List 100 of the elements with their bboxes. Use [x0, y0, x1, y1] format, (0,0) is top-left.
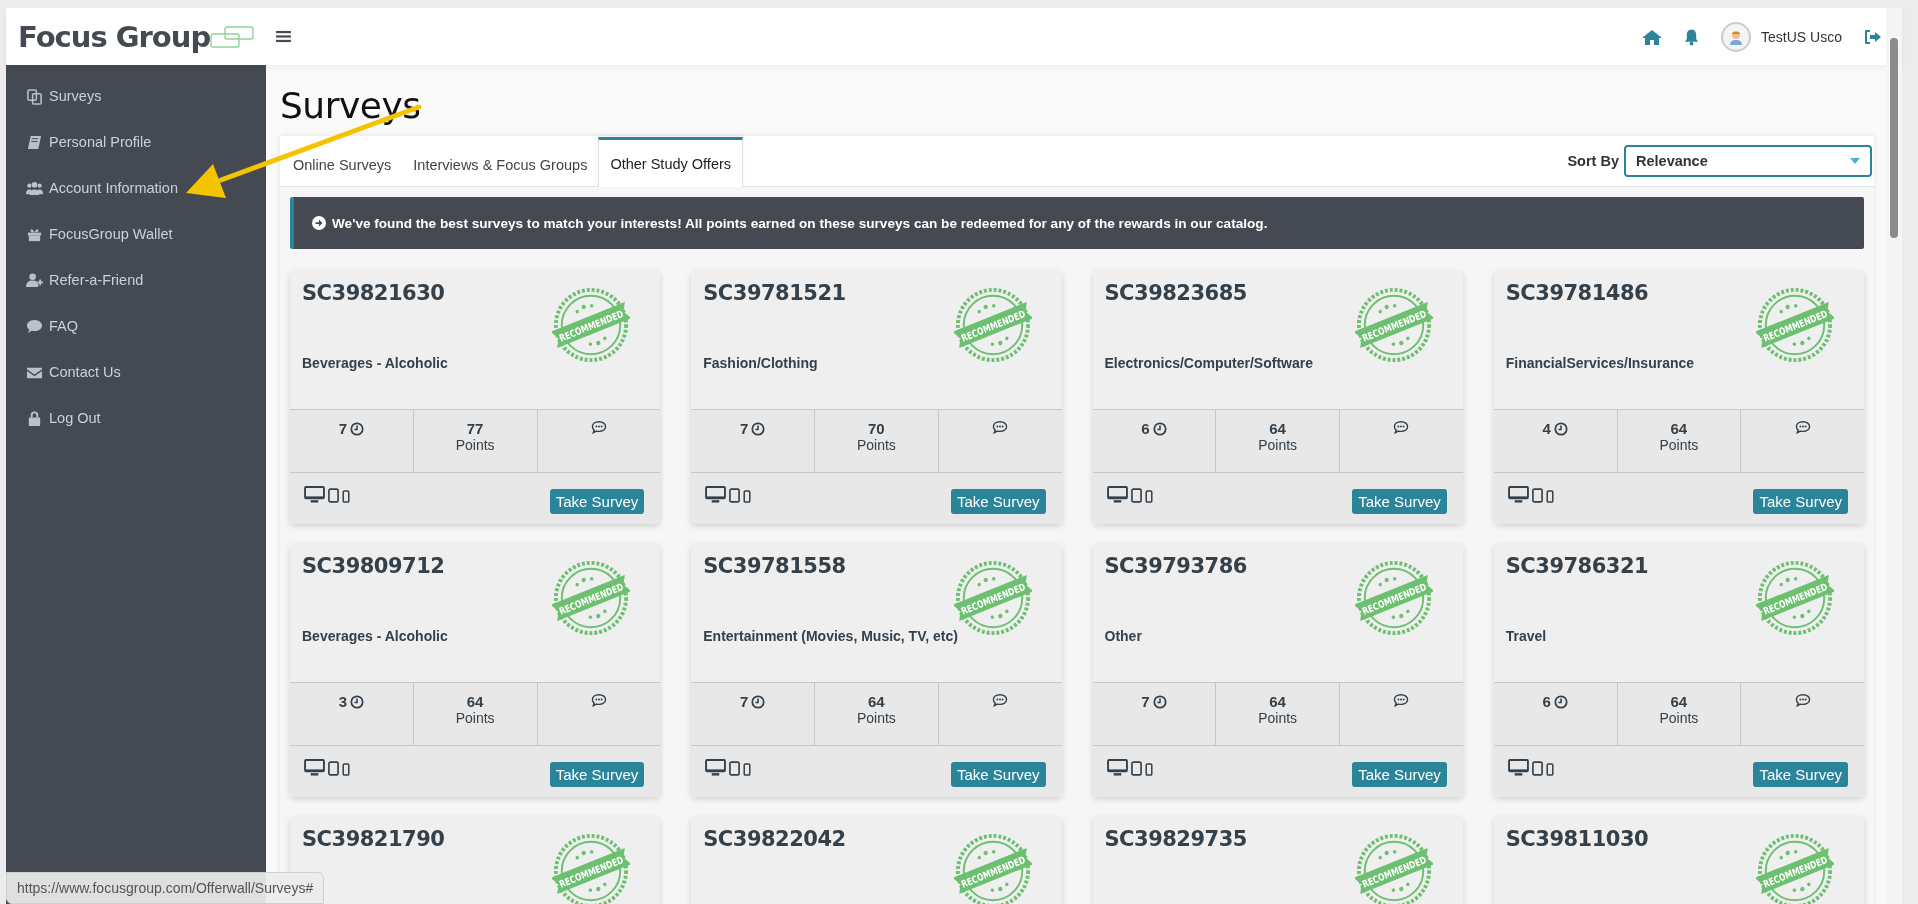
sidebar-link[interactable]: Surveys — [6, 73, 108, 119]
sign-out-icon[interactable] — [1864, 28, 1882, 45]
sort-label: Sort By — [1567, 153, 1619, 169]
desktop-icon — [1106, 759, 1128, 776]
comment-icon — [590, 693, 607, 707]
clock-icon — [1152, 694, 1167, 709]
tablet-icon — [328, 488, 339, 503]
points-value: 64 — [868, 693, 885, 710]
take-survey-button[interactable]: Take Survey — [549, 489, 645, 514]
duration-minutes: 7 — [739, 420, 749, 437]
caret-icon — [1850, 158, 1860, 164]
avatar[interactable] — [1721, 21, 1752, 52]
comment-icon — [590, 420, 607, 434]
desktop-icon — [705, 759, 727, 776]
take-survey-button[interactable]: Take Survey — [549, 762, 645, 787]
sidebar-link[interactable]: FocusGroup Wallet — [6, 211, 179, 257]
points-value: 64 — [1269, 420, 1286, 437]
sidebar-link[interactable]: Contact Us — [6, 349, 127, 395]
survey-category: Other — [1104, 628, 1142, 644]
survey-category: Travel — [1505, 628, 1547, 644]
home-icon[interactable] — [1642, 28, 1663, 45]
tab[interactable]: Interviews & Focus Groups — [402, 141, 599, 186]
survey-id: SC39811030 — [1505, 827, 1649, 851]
desktop-icon — [1507, 486, 1529, 503]
survey-id: SC39821630 — [302, 281, 445, 305]
arrow-circle-icon — [312, 216, 326, 230]
take-survey-button[interactable]: Take Survey — [1753, 489, 1848, 514]
sidebar-link[interactable]: Account Information — [6, 165, 184, 211]
duration-minutes: 3 — [338, 693, 348, 710]
take-survey-button[interactable]: Take Survey — [1753, 762, 1848, 787]
survey-category: Electronics/Computer/Software — [1104, 355, 1313, 371]
clock-icon — [751, 694, 766, 709]
survey-id: SC39823685 — [1104, 281, 1247, 305]
points-label: Points — [1258, 710, 1298, 726]
phone-icon — [743, 763, 752, 776]
page-title: Surveys — [280, 85, 421, 126]
user-plus-icon — [26, 271, 43, 289]
duration-minutes: 7 — [338, 420, 348, 437]
book-icon — [26, 133, 43, 151]
tablet-icon — [328, 761, 339, 776]
survey-id: SC39809712 — [302, 554, 445, 578]
sidebar-link[interactable]: Refer-a-Friend — [6, 257, 150, 303]
points-label: Points — [1659, 437, 1699, 453]
clock-icon — [1553, 694, 1568, 709]
survey-id: SC39786321 — [1505, 554, 1649, 578]
bell-icon[interactable] — [1684, 27, 1700, 46]
tab[interactable]: Other Study Offers — [598, 137, 744, 187]
survey-id: SC39822042 — [703, 827, 846, 851]
duration-minutes: 7 — [1141, 693, 1150, 710]
sidebar-link[interactable]: Personal Profile — [6, 119, 158, 165]
sort-select[interactable]: Relevance — [1624, 145, 1872, 177]
logo-text[interactable]: Focus Group — [18, 19, 211, 54]
points-value: 64 — [1269, 693, 1286, 710]
logo-mark-icon — [210, 24, 255, 49]
points-label: Points — [856, 437, 896, 453]
survey-id: SC39781521 — [703, 281, 846, 305]
clock-icon — [1152, 421, 1167, 436]
take-survey-button[interactable]: Take Survey — [1352, 762, 1447, 787]
take-survey-button[interactable]: Take Survey — [950, 762, 1046, 787]
points-value: 64 — [1670, 693, 1688, 710]
take-survey-button[interactable]: Take Survey — [1352, 489, 1447, 514]
desktop-icon — [705, 486, 727, 503]
person-icon — [1728, 28, 1745, 45]
sidebar-link[interactable]: Log Out — [6, 395, 107, 441]
desktop-icon — [1507, 759, 1529, 776]
take-survey-button[interactable]: Take Survey — [950, 489, 1046, 514]
status-url: https://www.focusgroup.com/Offerwall/Surveys# — [6, 872, 325, 904]
clock-icon — [350, 694, 365, 709]
documents-icon — [26, 87, 43, 105]
survey-category: Fashion/Clothing — [703, 355, 818, 371]
points-value: 64 — [466, 693, 484, 710]
lock-icon — [26, 409, 43, 427]
points-label: Points — [1659, 710, 1699, 726]
clock-icon — [751, 421, 766, 436]
banner-text: We've found the best surveys to match your interests! All points earned on these surveys can be redeemed for any of the rewards in our catalog. — [332, 215, 1268, 231]
tablet-icon — [1531, 761, 1543, 776]
comment-icon — [992, 420, 1009, 434]
comment-icon — [1794, 420, 1811, 434]
comment-icon — [1794, 693, 1811, 707]
duration-minutes: 6 — [1141, 420, 1150, 437]
menu-icon[interactable] — [276, 30, 291, 43]
points-value: 70 — [868, 420, 885, 437]
survey-category: Beverages - Alcoholic — [302, 355, 448, 371]
survey-id: SC39821790 — [302, 827, 445, 851]
duration-minutes: 7 — [739, 693, 749, 710]
sidebar-link[interactable]: FAQ — [6, 303, 84, 349]
desktop-icon — [1106, 486, 1128, 503]
clock-icon — [350, 421, 365, 436]
tab[interactable]: Online Surveys — [282, 141, 403, 186]
duration-minutes: 4 — [1542, 420, 1551, 437]
survey-id: SC39793786 — [1104, 554, 1247, 578]
points-label: Points — [455, 437, 495, 453]
tablet-icon — [729, 761, 741, 776]
phone-icon — [342, 490, 350, 503]
user-name[interactable]: TestUS Usco — [1761, 28, 1842, 45]
tablet-icon — [1531, 488, 1543, 503]
points-label: Points — [455, 710, 495, 726]
points-label: Points — [856, 710, 896, 726]
phone-icon — [743, 490, 752, 503]
clock-icon — [1553, 421, 1568, 436]
